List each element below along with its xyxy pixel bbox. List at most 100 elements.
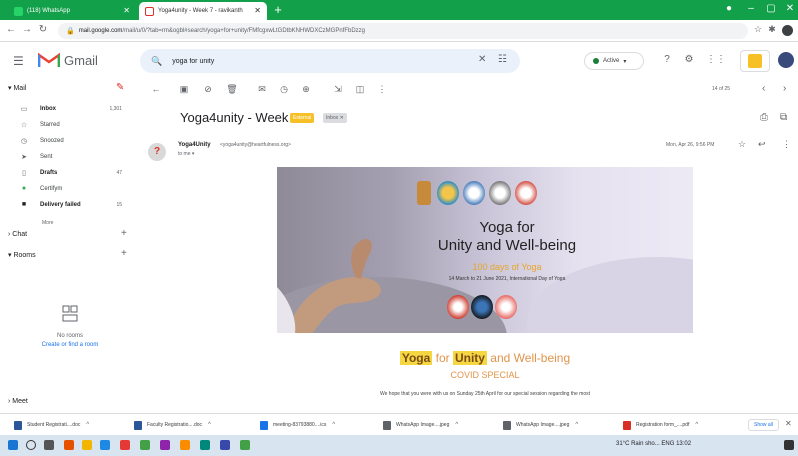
download-item[interactable]: meeting-83793880....ics ^ (260, 418, 335, 432)
browser-tab-gmail[interactable]: Yoga4unity - Week 7 - ravikanth ✕ (139, 2, 267, 20)
chat-section-title[interactable]: › Chat (8, 231, 27, 238)
rooms-empty-icon (62, 305, 78, 322)
record-icon[interactable]: ● (722, 3, 736, 14)
newer-icon[interactable]: ‹ (762, 83, 765, 94)
downloads-bar: Student Registrati....doc ^ Faculty Regis… (0, 413, 798, 435)
sidebar-item-certifym[interactable]: ● Certifym (0, 182, 136, 195)
back-to-list-icon[interactable]: ← (150, 84, 162, 94)
report-spam-icon[interactable]: ⊘ (202, 84, 214, 95)
main-menu-icon[interactable]: ☰ (13, 54, 24, 68)
un-logo (463, 181, 485, 205)
status-dropdown[interactable]: Active ▾ (584, 52, 644, 70)
browser-profile-icon[interactable] (782, 25, 793, 36)
partner-logo (447, 295, 469, 319)
os-taskbar: 31°C Rain sho... ENG 13:02 (0, 435, 798, 456)
recipient-dropdown[interactable]: to me ▾ (178, 151, 194, 157)
reload-icon[interactable]: ↻ (36, 24, 50, 35)
heartfulness-logo (437, 181, 459, 205)
sidebar-item-sent[interactable]: ➤ Sent (0, 150, 136, 163)
store-icon[interactable] (100, 440, 110, 450)
open-new-window-icon[interactable]: ⧉ (780, 112, 787, 123)
sidebar-item-drafts[interactable]: ▯ Drafts 47 (0, 166, 136, 179)
more-options-icon[interactable]: ⋮ (376, 84, 388, 95)
sidebar-item-delivery-failed[interactable]: ■ Delivery failed 15 (0, 198, 136, 211)
sidebar-item-inbox[interactable]: ▭ Inbox 1,301 (0, 102, 136, 115)
older-icon[interactable]: › (783, 83, 786, 94)
close-tab-icon[interactable]: ✕ (123, 6, 130, 15)
newsletter-banner-image: Yoga for Unity and Well-being 100 days o… (277, 167, 693, 333)
app-icon-teal[interactable] (200, 440, 210, 450)
help-icon[interactable]: ? (660, 54, 674, 65)
close-window-button[interactable]: ✕ (783, 3, 797, 14)
extensions-icon[interactable]: ✱ (766, 24, 778, 35)
move-to-icon[interactable]: ⇲ (332, 84, 344, 95)
new-room-plus-icon[interactable]: + (121, 248, 127, 259)
back-icon[interactable]: ← (4, 24, 18, 35)
system-tray: 31°C Rain sho... ENG 13:02 (616, 441, 692, 447)
snooze-icon[interactable]: ◷ (278, 84, 290, 95)
reply-icon[interactable]: ↩ (758, 139, 766, 150)
search-icon[interactable] (26, 440, 36, 450)
apps-grid-icon[interactable]: ⋮⋮ (706, 54, 726, 65)
new-tab-button[interactable]: + (270, 2, 286, 18)
bookmark-star-icon[interactable]: ☆ (752, 24, 764, 35)
compose-pen-icon[interactable]: ✎ (116, 82, 124, 93)
account-avatar[interactable] (778, 52, 794, 68)
print-icon[interactable]: ⎙ (760, 112, 768, 123)
download-item[interactable]: Registration form_....pdf ^ (623, 418, 698, 432)
sidebar-item-snoozed[interactable]: ◷ Snoozed (0, 134, 136, 147)
find-room-link[interactable]: Create or find a room (20, 341, 120, 350)
app-icon-purple[interactable] (160, 440, 170, 450)
app-icon-orange[interactable] (180, 440, 190, 450)
browser-toolbar: ← → ↻ 🔒 mail.google.com /mail/u/0/?tab=r… (0, 20, 798, 42)
file-explorer-icon[interactable] (82, 440, 92, 450)
close-tab-icon[interactable]: ✕ (254, 6, 261, 15)
minimize-button[interactable]: – (744, 3, 758, 14)
organization-logo[interactable] (740, 50, 770, 72)
app-icon-red[interactable] (120, 440, 130, 450)
external-label: External (290, 113, 315, 123)
image-file-icon (383, 420, 391, 430)
search-input[interactable] (172, 57, 453, 65)
search-icon[interactable]: 🔍 (151, 56, 162, 67)
chevron-up-icon: ^ (455, 422, 459, 428)
windows-start-icon[interactable] (8, 440, 18, 450)
app-icon-blue[interactable] (220, 440, 230, 450)
mark-unread-icon[interactable]: ✉ (256, 84, 268, 95)
browser-tab-whatsapp[interactable]: (118) WhatsApp ✕ (8, 2, 136, 20)
archive-icon[interactable]: ▣ (178, 84, 190, 95)
settings-gear-icon[interactable]: ⚙ (682, 54, 696, 65)
rooms-section-title[interactable]: ▾ Rooms (8, 251, 36, 259)
clear-search-icon[interactable]: ✕ (478, 54, 486, 65)
address-bar[interactable]: 🔒 mail.google.com /mail/u/0/?tab=rm&ogbl… (58, 23, 748, 39)
search-options-icon[interactable]: ☷ (498, 54, 507, 65)
sidebar-more[interactable]: More (42, 220, 53, 226)
app-icon-green-2[interactable] (240, 440, 250, 450)
delete-icon[interactable]: 🗑 (226, 84, 238, 95)
browser-app-icon[interactable] (64, 440, 74, 450)
inbox-icon: ▭ (20, 105, 28, 113)
download-item[interactable]: Student Registrati....doc ^ (14, 418, 89, 432)
close-downloads-icon[interactable]: ✕ (785, 419, 792, 428)
show-all-downloads-button[interactable]: Show all (748, 419, 779, 431)
forward-icon[interactable]: → (20, 24, 34, 35)
more-vert-icon[interactable]: ⋮ (782, 139, 791, 150)
lock-icon: 🔒 (66, 28, 75, 35)
download-item[interactable]: WhatsApp Image....jpeg ^ (383, 418, 458, 432)
meet-section-title[interactable]: › Meet (8, 398, 28, 405)
app-icon-green[interactable] (140, 440, 150, 450)
inbox-label-chip[interactable]: Inbox ✕ (323, 113, 347, 123)
whatsapp-icon (14, 6, 23, 16)
label-as-icon[interactable]: ◫ (354, 84, 366, 95)
add-task-icon[interactable]: ⊕ (300, 84, 312, 95)
task-view-icon[interactable] (44, 440, 54, 450)
maximize-button[interactable]: ▢ (764, 3, 778, 14)
download-item[interactable]: Faculty Registratio....doc ^ (134, 418, 211, 432)
download-item[interactable]: WhatsApp Image....jpeg ^ (503, 418, 578, 432)
gmail-header: ☰ Gmail 🔍 ✕ ☷ Active ▾ ? ⚙ ⋮⋮ (0, 42, 798, 80)
mail-section-title[interactable]: ▾ Mail (8, 84, 26, 92)
star-icon[interactable]: ☆ (738, 139, 746, 150)
sidebar-item-starred[interactable]: ☆ Starred (0, 118, 136, 131)
notifications-icon[interactable] (784, 440, 794, 450)
new-chat-plus-icon[interactable]: + (121, 228, 127, 239)
